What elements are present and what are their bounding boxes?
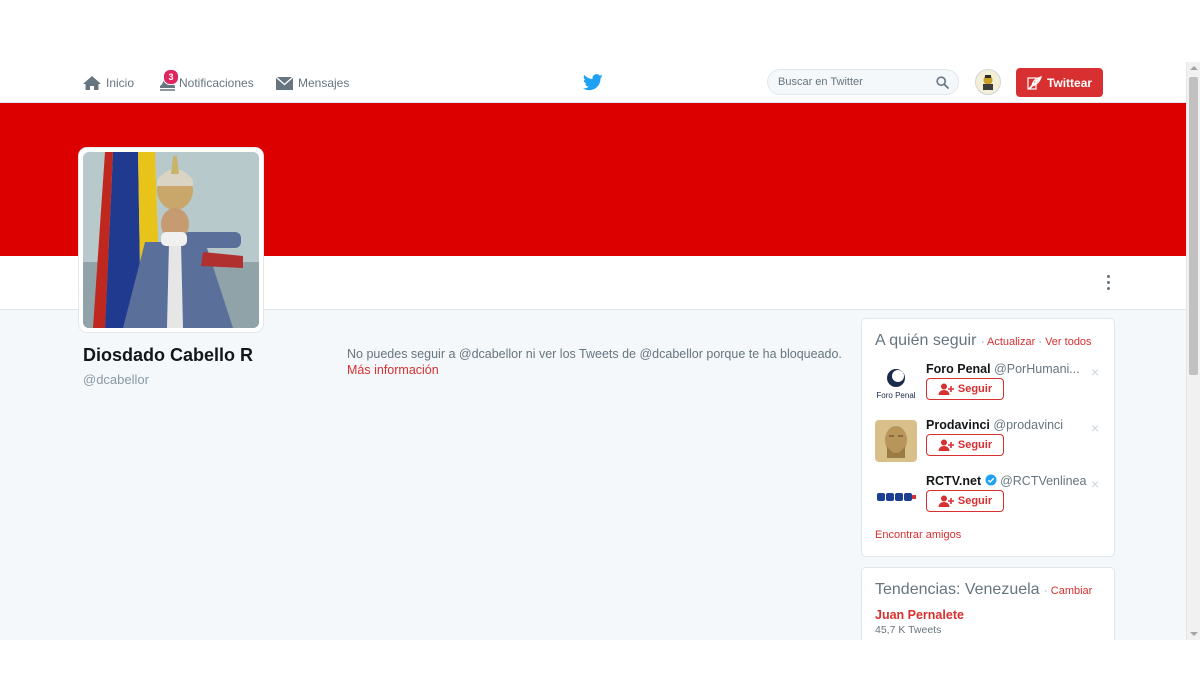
page-scrollbar[interactable] [1186,62,1200,640]
suggestion-item: RCTV.net @RCTVenlinea Seguir × [875,474,1103,522]
suggestion-handle: @prodavinci [993,418,1064,432]
view-all-link[interactable]: Ver todos [1045,336,1091,348]
suggestion-handle: @RCTVenlinea [1000,474,1087,488]
dismiss-suggestion-close-icon[interactable]: × [1091,364,1099,380]
suggestion-avatar[interactable] [875,420,917,462]
suggestion-handle: @PorHumani... [994,362,1080,376]
refresh-suggestions-link[interactable]: Actualizar [987,336,1035,348]
quill-icon [1027,75,1042,90]
nav-notifications-label: Notificaciones [179,76,254,90]
person-add-icon [938,383,954,395]
who-to-follow-header: A quién seguir · Actualizar · Ver todos [875,332,1092,350]
suggestion-name[interactable]: Foro Penal [926,362,991,376]
trend-tweet-count: 45,7 K Tweets [875,624,942,636]
scrollbar-thumb[interactable] [1189,77,1198,375]
nav-messages-label: Mensajes [298,76,350,90]
trends-card: Tendencias: Venezuela · Cambiar Juan Per… [861,567,1115,640]
blocked-message: No puedes seguir a @dcabellor ni ver los… [347,347,842,361]
trends-title: Tendencias: Venezuela [875,581,1040,598]
find-friends-link[interactable]: Encontrar amigos [875,529,961,541]
trend-item: Juan Pernalete 45,7 K Tweets [875,608,964,636]
twitter-bird-icon[interactable] [583,74,603,91]
account-avatar[interactable] [975,69,1001,95]
dismiss-suggestion-close-icon[interactable]: × [1091,420,1099,436]
scroll-down-arrow-icon[interactable] [1190,632,1198,636]
profile-avatar-image [83,152,259,328]
account-avatar-image [976,70,1000,94]
suggestion-name-line: RCTV.net @RCTVenlinea [926,474,1086,488]
separator-dot: · [1044,585,1048,597]
top-navigation-bar: Inicio 3 Notificaciones Mensajes Buscar … [0,62,1186,103]
suggestion-name-line: Foro Penal @PorHumani... [926,362,1080,376]
change-trends-link[interactable]: Cambiar [1051,585,1093,597]
person-add-icon [938,439,954,451]
who-to-follow-title: A quién seguir [875,332,977,349]
follow-button[interactable]: Seguir [926,378,1004,400]
home-icon [83,76,101,90]
trends-header: Tendencias: Venezuela · Cambiar [875,581,1092,599]
who-to-follow-card: A quién seguir · Actualizar · Ver todos … [861,318,1115,557]
search-input[interactable] [778,74,928,90]
suggestion-item: Prodavinci @prodavinci Seguir × [875,418,1103,466]
separator-dot: · [1038,336,1043,348]
follow-button[interactable]: Seguir [926,434,1004,456]
follow-button[interactable]: Seguir [926,490,1004,512]
follow-button-label: Seguir [957,383,993,395]
suggestion-avatar[interactable]: Foro Penal [875,364,917,406]
scroll-up-arrow-icon[interactable] [1190,66,1198,70]
suggestion-name[interactable]: Prodavinci [926,418,990,432]
search-box [767,69,959,95]
suggestion-avatar[interactable] [875,476,917,518]
notifications-count-badge: 3 [163,69,179,85]
more-info-link[interactable]: Más información [347,362,857,378]
follow-button-label: Seguir [957,439,993,451]
nav-home-label: Inicio [106,76,135,90]
nav-home[interactable]: Inicio [82,74,134,92]
magnifier-icon[interactable] [936,76,949,89]
profile-name: Diosdado Cabello R [83,345,254,365]
follow-button-label: Seguir [957,495,993,507]
more-options-kebab-icon[interactable] [1100,272,1116,292]
tweet-button[interactable]: Twittear [1016,68,1103,97]
separator-dot: · [980,336,985,348]
tweet-button-label: Twittear [1046,75,1093,90]
suggestion-item: Foro Penal Foro Penal @PorHumani... Segu… [875,362,1103,410]
nav-messages[interactable]: Mensajes [275,74,349,92]
trend-name[interactable]: Juan Pernalete [875,608,964,622]
envelope-icon [275,75,294,90]
suggestion-name-line: Prodavinci @prodavinci [926,418,1063,432]
nav-notifications[interactable]: 3 Notificaciones [158,69,254,92]
verified-badge-icon [985,474,997,486]
profile-handle: @dcabellor [83,372,149,387]
profile-avatar[interactable] [79,148,263,332]
suggestion-name[interactable]: RCTV.net [926,474,981,488]
dismiss-suggestion-close-icon[interactable]: × [1091,476,1099,492]
foro-penal-logo-text: Foro Penal [876,391,915,400]
blocked-notice: No puedes seguir a @dcabellor ni ver los… [347,346,857,378]
browser-viewport: Inicio 3 Notificaciones Mensajes Buscar … [0,62,1200,640]
person-add-icon [938,495,954,507]
